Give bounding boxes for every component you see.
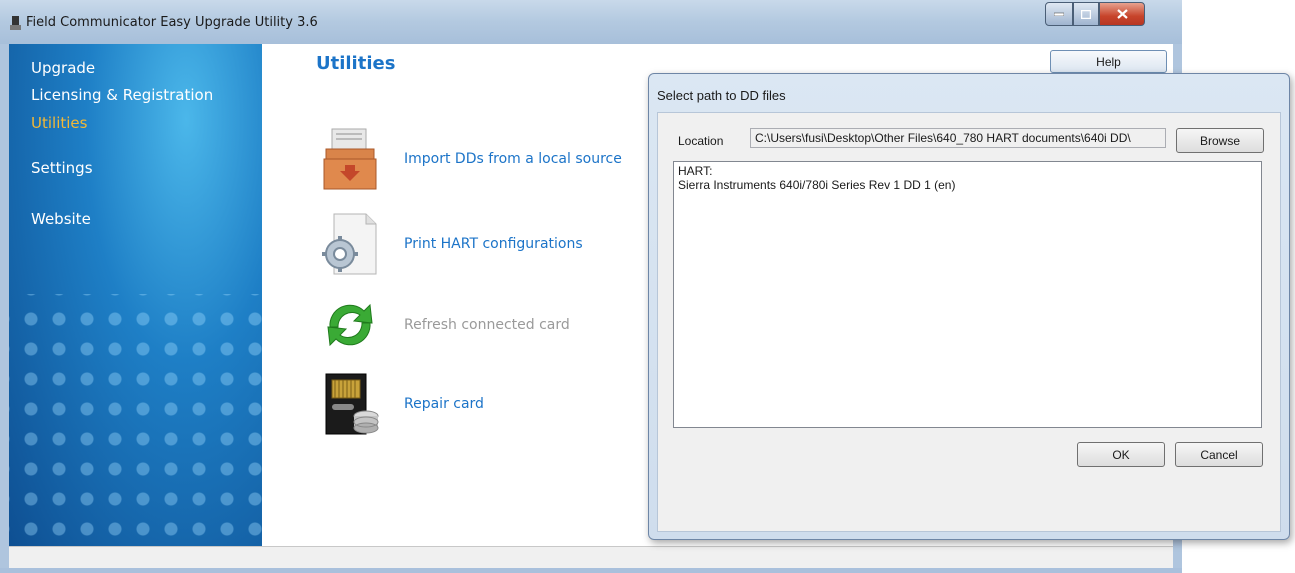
minimize-icon <box>1054 12 1064 16</box>
repair-card-item[interactable]: Repair card <box>318 372 484 436</box>
ok-button[interactable]: OK <box>1077 442 1165 467</box>
page-title: Utilities <box>316 53 396 74</box>
window-frame-left <box>0 44 9 568</box>
dialog-title: Select path to DD files <box>657 88 786 103</box>
sidebar-item-utilities[interactable]: Utilities <box>31 114 87 132</box>
sidebar: Upgrade Licensing & Registration Utiliti… <box>9 44 262 546</box>
window-title: Field Communicator Easy Upgrade Utility … <box>26 15 318 30</box>
list-item[interactable]: HART: <box>678 164 1257 178</box>
window-frame-bottom <box>0 568 1182 573</box>
close-icon <box>1116 9 1128 19</box>
refresh-card-item[interactable]: Refresh connected card <box>318 293 570 357</box>
minimize-button[interactable] <box>1045 2 1073 26</box>
close-button[interactable] <box>1099 2 1145 26</box>
import-dds-label: Import DDs from a local source <box>404 151 622 167</box>
dialog-body: Location Browse HART: Sierra Instruments… <box>657 112 1281 532</box>
browse-button[interactable]: Browse <box>1176 128 1264 153</box>
print-hart-item[interactable]: Print HART configurations <box>318 212 583 276</box>
select-path-dialog: Select path to DD files Location Browse … <box>648 73 1290 540</box>
import-box-icon <box>323 128 377 190</box>
sidebar-item-licensing[interactable]: Licensing & Registration <box>31 86 213 104</box>
maximize-button[interactable] <box>1073 2 1099 26</box>
sidebar-item-settings[interactable]: Settings <box>31 159 93 177</box>
maximize-icon <box>1081 9 1091 19</box>
help-button[interactable]: Help <box>1050 50 1167 73</box>
repair-card-label: Repair card <box>404 396 484 412</box>
gear-document-icon <box>322 213 377 275</box>
cancel-button[interactable]: Cancel <box>1175 442 1263 467</box>
list-item[interactable]: Sierra Instruments 640i/780i Series Rev … <box>678 178 1257 192</box>
refresh-arrows-icon <box>327 303 373 347</box>
import-dds-item[interactable]: Import DDs from a local source <box>318 127 622 191</box>
location-field[interactable] <box>750 128 1166 148</box>
memory-card-repair-icon <box>325 373 379 435</box>
print-hart-label: Print HART configurations <box>404 236 583 252</box>
status-bar <box>9 546 1173 569</box>
caption-buttons <box>1045 2 1145 26</box>
refresh-card-label: Refresh connected card <box>404 317 570 333</box>
sidebar-decoration <box>9 294 262 546</box>
app-icon <box>10 16 21 30</box>
dd-file-list[interactable]: HART: Sierra Instruments 640i/780i Serie… <box>673 161 1262 428</box>
title-bar: Field Communicator Easy Upgrade Utility … <box>0 0 1182 44</box>
location-label: Location <box>678 134 724 148</box>
sidebar-item-upgrade[interactable]: Upgrade <box>31 59 95 77</box>
sidebar-item-website[interactable]: Website <box>31 210 91 228</box>
